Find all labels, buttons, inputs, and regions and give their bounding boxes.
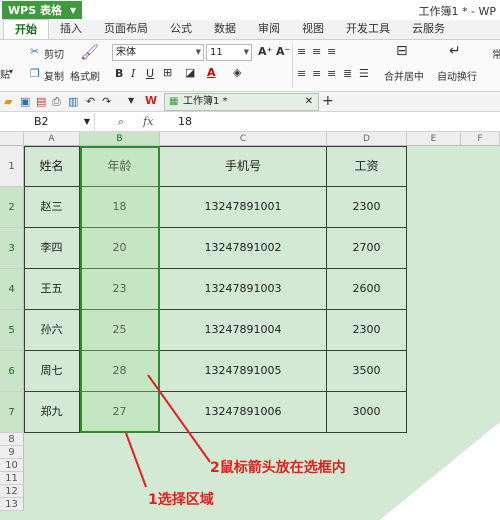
- print-icon[interactable]: ⎙: [52, 95, 61, 109]
- redo-icon[interactable]: ↷: [102, 95, 111, 108]
- tab-data[interactable]: 数据: [203, 19, 247, 39]
- name-box[interactable]: B2 ▼: [0, 113, 95, 131]
- tab-formula[interactable]: 公式: [159, 19, 203, 39]
- ribbon: 贴 ▾ ✂ 剪切 ❐ 复制 🖌 格式刷 宋体 ▼ 11 ▼ A⁺ A⁻ B I …: [0, 40, 500, 92]
- chevron-down-icon: ▾: [9, 67, 14, 76]
- window-title: 工作簿1 * - WP: [418, 5, 496, 18]
- fx-icon[interactable]: fx: [143, 115, 153, 128]
- document-tab-label: 工作簿1 *: [183, 96, 228, 107]
- tab-start[interactable]: 开始: [3, 19, 49, 39]
- justify-icon[interactable]: ≣: [343, 67, 352, 80]
- align-bottom-icon[interactable]: ≡: [327, 45, 336, 58]
- italic-icon[interactable]: I: [131, 67, 135, 80]
- sheet-icon: ▦: [169, 96, 179, 107]
- align-middle-icon[interactable]: ≡: [312, 45, 321, 58]
- chevron-down-icon: ▼: [83, 117, 90, 126]
- font-name-value: 宋体: [116, 47, 136, 58]
- zoom-icon[interactable]: ⌕: [118, 115, 124, 129]
- annotation-step-2: 2鼠标箭头放在选框内: [210, 460, 346, 476]
- font-size-select[interactable]: 11 ▼: [206, 44, 252, 61]
- cut-button[interactable]: 剪切: [44, 46, 64, 61]
- wrap-text-button[interactable]: 自动换行: [437, 68, 477, 83]
- tab-document[interactable]: ▦ 工作簿1 * ✕: [164, 93, 319, 111]
- bold-icon[interactable]: B: [115, 67, 123, 80]
- format-painter-button[interactable]: 格式刷: [70, 68, 100, 83]
- preview-icon[interactable]: ▥: [68, 95, 78, 108]
- undo-icon[interactable]: ↶: [86, 95, 95, 108]
- ribbon-divider: [292, 44, 293, 88]
- distributed-icon[interactable]: ☰: [359, 67, 369, 80]
- tab-review[interactable]: 审阅: [247, 19, 291, 39]
- border-icon[interactable]: ⊞: [163, 66, 172, 79]
- font-shrink-icon[interactable]: A⁻: [276, 45, 290, 58]
- pdf-icon[interactable]: ▤: [36, 95, 46, 108]
- formula-bar: B2 ▼ ⌕ fx 18: [0, 112, 500, 132]
- align-left-icon[interactable]: ≡: [297, 67, 306, 80]
- app-menu-button[interactable]: WPS 表格 ▼: [2, 1, 83, 19]
- merge-center-button[interactable]: 合并居中: [384, 68, 424, 83]
- folder-icon[interactable]: ▰: [4, 95, 12, 108]
- chevron-down-icon: ▼: [69, 5, 77, 15]
- format-painter-icon: 🖌: [80, 43, 100, 61]
- merge-center-icon: ⊟: [396, 43, 408, 59]
- font-color-icon[interactable]: A: [207, 66, 216, 79]
- ribbon-tabs: 开始 插入 页面布局 公式 数据 审阅 视图 开发工具 云服务: [0, 19, 500, 40]
- scissors-icon: ✂: [30, 45, 40, 58]
- fill-color-icon[interactable]: ◪: [185, 66, 195, 79]
- font-grow-icon[interactable]: A⁺: [258, 45, 272, 58]
- font-name-select[interactable]: 宋体 ▼: [112, 44, 204, 61]
- tab-developer[interactable]: 开发工具: [335, 19, 401, 39]
- align-right-icon[interactable]: ≡: [327, 67, 336, 80]
- title-bar: WPS 表格 ▼ 工作簿1 * - WP: [0, 0, 500, 20]
- clear-format-icon[interactable]: ◈: [233, 66, 241, 79]
- align-top-icon[interactable]: ≡: [297, 45, 306, 58]
- underline-icon[interactable]: U: [146, 67, 154, 80]
- formula-input[interactable]: 18: [178, 115, 192, 128]
- copy-icon: ❐: [30, 67, 40, 80]
- tab-page-layout[interactable]: 页面布局: [93, 19, 159, 39]
- font-size-value: 11: [210, 47, 223, 58]
- chevron-down-icon: ▼: [243, 48, 249, 56]
- save-icon[interactable]: ▣: [20, 95, 30, 108]
- tab-view[interactable]: 视图: [291, 19, 335, 39]
- wrap-text-icon: ↵: [449, 43, 461, 59]
- close-icon[interactable]: ✕: [305, 94, 313, 110]
- chevron-down-icon: ▼: [195, 48, 201, 56]
- app-name: WPS 表格: [8, 4, 62, 17]
- name-box-value: B2: [34, 115, 49, 128]
- spreadsheet-grid[interactable]: A B C D E F 1 2 3 4 5 6 7 8 9 10 11 12 1…: [0, 132, 500, 520]
- align-center-icon[interactable]: ≡: [312, 67, 321, 80]
- tab-insert[interactable]: 插入: [49, 19, 93, 39]
- annotation-step-1: 1选择区域: [148, 492, 214, 508]
- quick-access-bar: ▰ ▣ ▤ ⎙ ▥ ↶ ↷ ▼ W ▦ 工作簿1 * ✕ +: [0, 92, 500, 112]
- copy-button[interactable]: 复制: [44, 68, 64, 83]
- tab-cloud[interactable]: 云服务: [401, 19, 456, 39]
- add-tab-icon[interactable]: +: [322, 93, 334, 109]
- chevron-down-icon[interactable]: ▼: [128, 96, 134, 105]
- wps-logo-icon: W: [145, 94, 158, 107]
- number-format-select[interactable]: 常: [492, 46, 500, 61]
